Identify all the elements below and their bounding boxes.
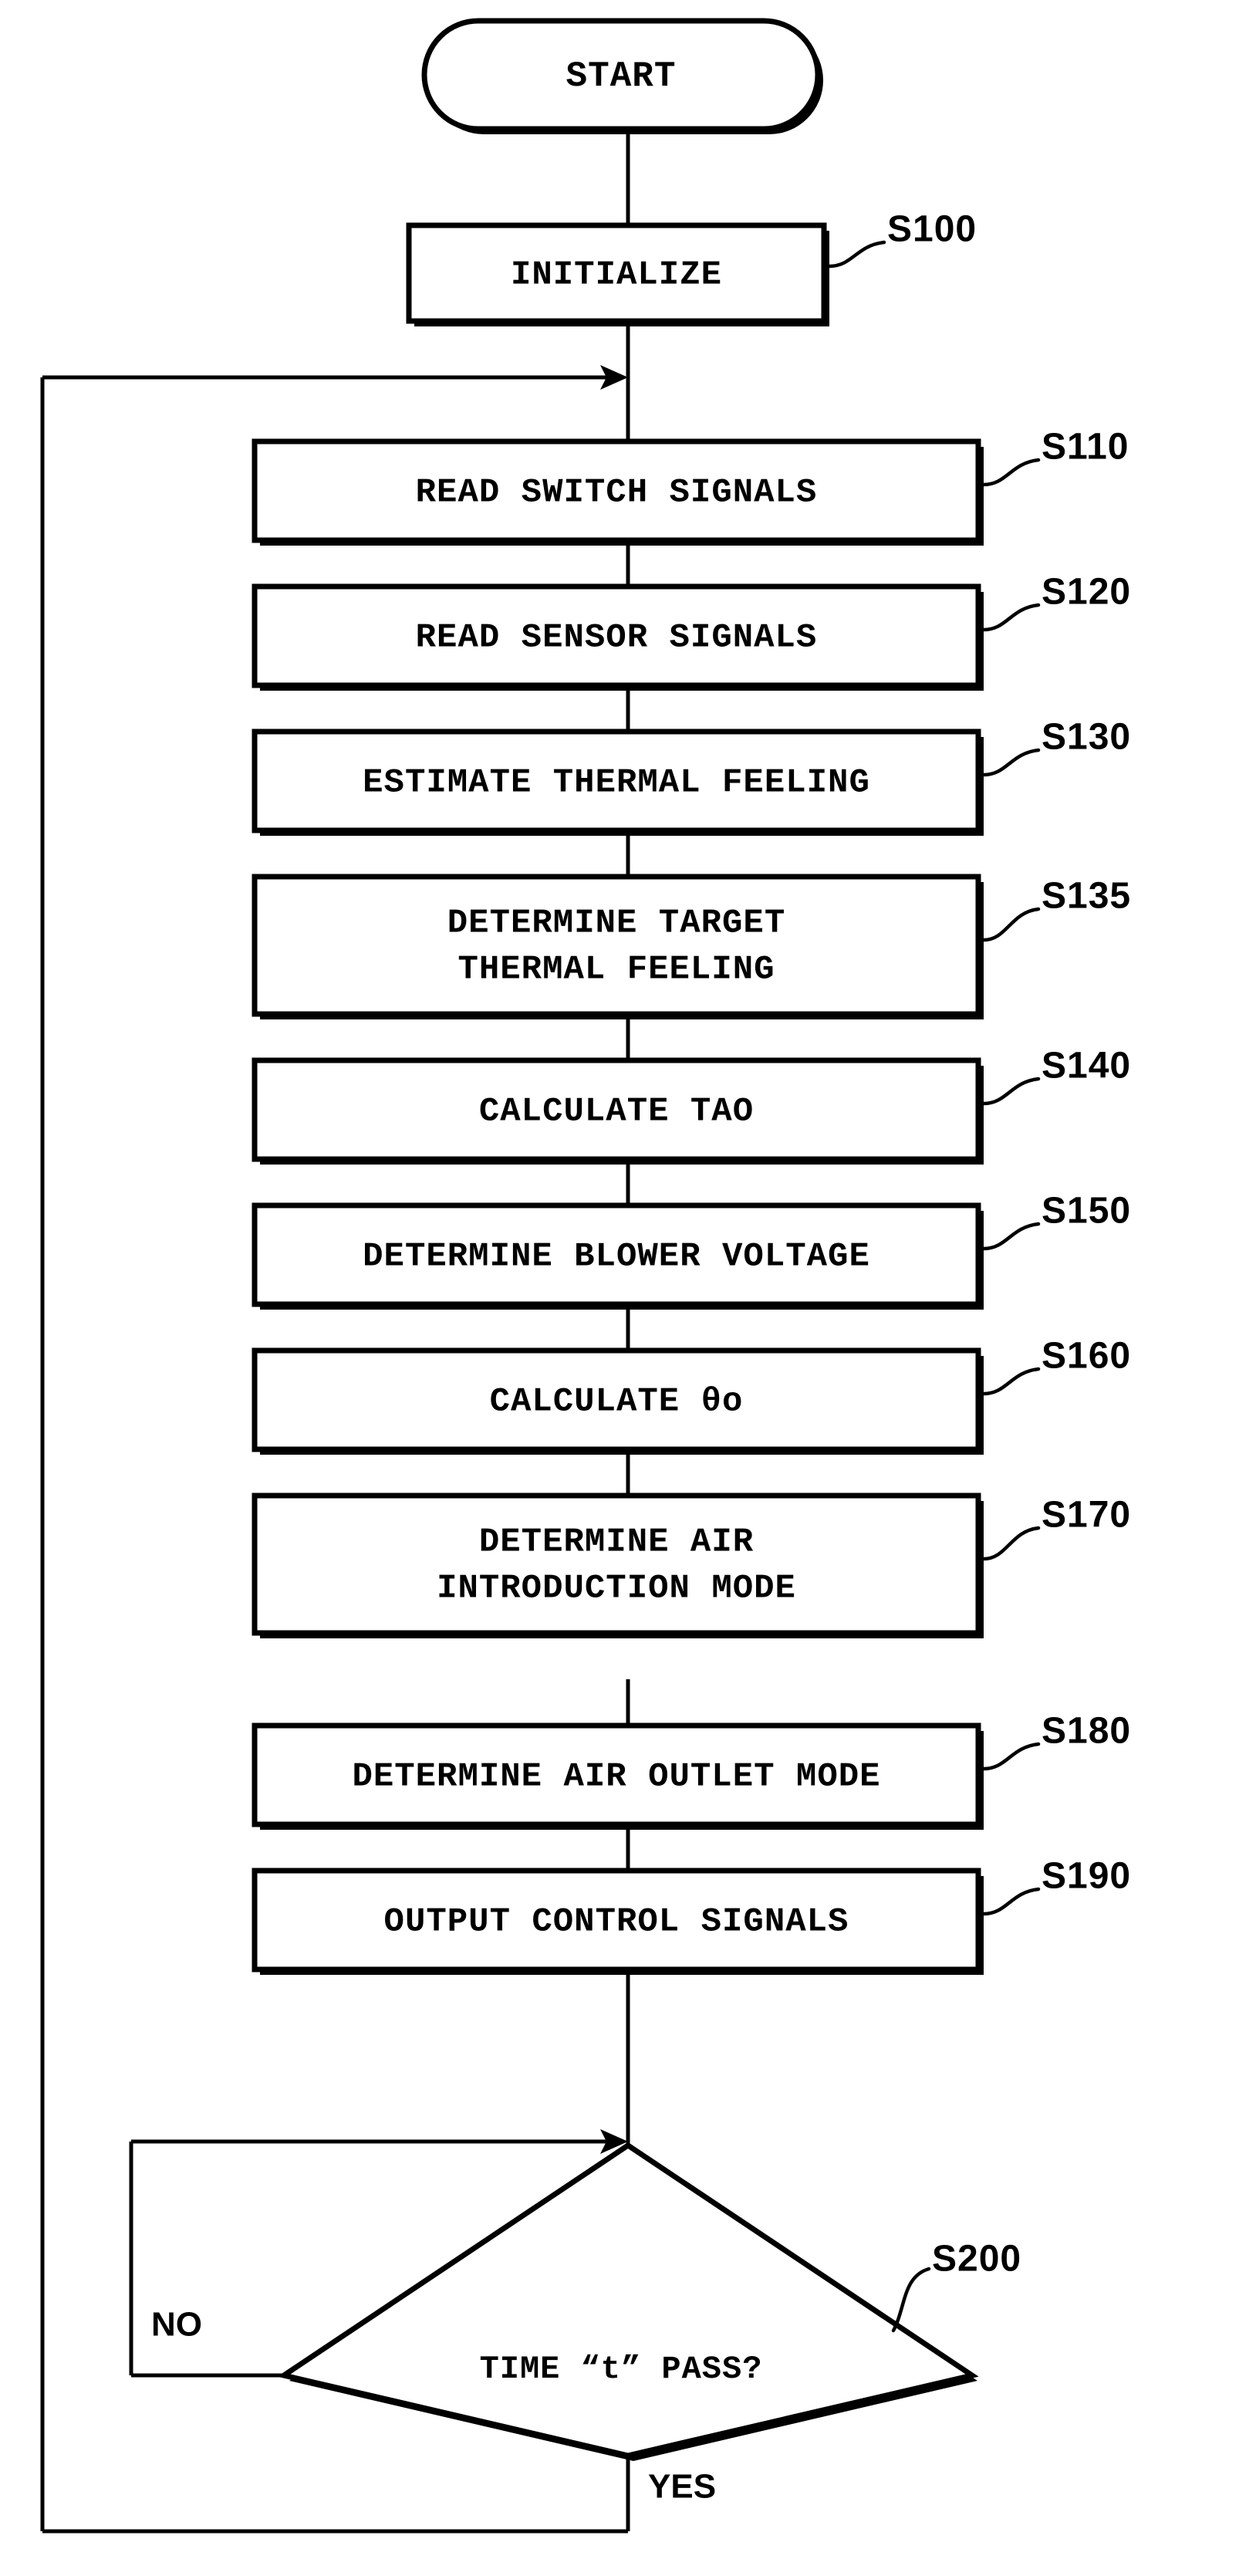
s150-leader-line bbox=[981, 1222, 1041, 1251]
s200-step-text: S200 bbox=[932, 2239, 1021, 2280]
step-ref-s160: S160 bbox=[981, 1336, 1131, 1396]
s130-label: ESTIMATE THERMAL FEELING bbox=[363, 764, 870, 803]
node-s140: CALCULATE TAO bbox=[252, 1057, 984, 1165]
step-ref-s200: S200 bbox=[891, 2239, 1021, 2333]
s190-leader-line bbox=[981, 1887, 1041, 1916]
s130-step-text: S130 bbox=[1042, 717, 1131, 758]
step-ref-s190: S190 bbox=[981, 1856, 1131, 1916]
s170-label-line1: DETERMINE AIR bbox=[479, 1523, 754, 1562]
node-s170: DETERMINE AIR INTRODUCTION MODE bbox=[252, 1493, 984, 1638]
step-ref-s100: S100 bbox=[827, 209, 977, 269]
node-s180: DETERMINE AIR OUTLET MODE bbox=[252, 1722, 984, 1830]
s170-leader-line bbox=[981, 1526, 1041, 1561]
s135-shape bbox=[252, 874, 981, 1017]
s130-leader-line bbox=[981, 748, 1041, 777]
s120-leader-line bbox=[981, 603, 1041, 632]
s190-label: OUTPUT CONTROL SIGNALS bbox=[384, 1903, 849, 1942]
s135-label-line1: DETERMINE TARGET bbox=[447, 904, 785, 943]
s200-leader-line bbox=[891, 2267, 931, 2333]
s180-label: DETERMINE AIR OUTLET MODE bbox=[352, 1758, 880, 1797]
node-s130: ESTIMATE THERMAL FEELING bbox=[252, 729, 984, 836]
s135-step-text: S135 bbox=[1042, 876, 1131, 917]
branch-label-no: NO bbox=[151, 2306, 202, 2344]
flowchart-page: START INITIALIZE S100 READ SWITCH SIGNAL… bbox=[0, 0, 1256, 2576]
s200-shape bbox=[277, 2142, 979, 2459]
step-ref-s140: S140 bbox=[981, 1046, 1131, 1106]
step-ref-s180: S180 bbox=[981, 1711, 1131, 1771]
s100-leader-line bbox=[827, 240, 886, 269]
node-s120: READ SENSOR SIGNALS bbox=[252, 583, 984, 691]
s160-label: CALCULATE θo bbox=[490, 1383, 744, 1422]
s120-step-text: S120 bbox=[1042, 572, 1131, 613]
s170-label-line2: INTRODUCTION MODE bbox=[437, 1570, 796, 1608]
s200-label: TIME “t” PASS? bbox=[480, 2351, 763, 2388]
s180-step-text: S180 bbox=[1042, 1711, 1131, 1752]
node-s160: CALCULATE θo bbox=[252, 1347, 984, 1455]
s140-label: CALCULATE TAO bbox=[479, 1093, 754, 1131]
s190-step-text: S190 bbox=[1042, 1856, 1131, 1897]
s100-step-text: S100 bbox=[887, 209, 977, 250]
s110-step-text: S110 bbox=[1042, 427, 1129, 468]
s120-label: READ SENSOR SIGNALS bbox=[416, 619, 818, 658]
node-s100: INITIALIZE bbox=[406, 222, 829, 326]
s160-leader-line bbox=[981, 1367, 1041, 1396]
node-start: START bbox=[421, 18, 823, 134]
s100-label: INITIALIZE bbox=[511, 256, 722, 295]
node-s135: DETERMINE TARGET THERMAL FEELING bbox=[252, 874, 984, 1019]
node-s190: OUTPUT CONTROL SIGNALS bbox=[252, 1868, 984, 1975]
step-ref-s150: S150 bbox=[981, 1191, 1131, 1251]
start-label: START bbox=[566, 56, 676, 96]
step-ref-s170: S170 bbox=[981, 1495, 1131, 1561]
s135-leader-line bbox=[981, 907, 1041, 942]
s180-leader-line bbox=[981, 1742, 1041, 1771]
s110-leader-line bbox=[981, 458, 1041, 487]
s135-label-line2: THERMAL FEELING bbox=[457, 951, 775, 989]
flowchart-canvas: START INITIALIZE S100 READ SWITCH SIGNAL… bbox=[40, 18, 1131, 2534]
s150-label: DETERMINE BLOWER VOLTAGE bbox=[363, 1238, 870, 1276]
branch-label-yes: YES bbox=[648, 2468, 716, 2506]
s140-step-text: S140 bbox=[1042, 1046, 1131, 1087]
s170-step-text: S170 bbox=[1042, 1495, 1131, 1536]
step-ref-s135: S135 bbox=[981, 876, 1131, 942]
s150-step-text: S150 bbox=[1042, 1191, 1131, 1232]
s110-label: READ SWITCH SIGNALS bbox=[416, 474, 818, 512]
step-ref-s130: S130 bbox=[981, 717, 1131, 777]
s170-shape bbox=[252, 1493, 981, 1636]
node-s110: READ SWITCH SIGNALS bbox=[252, 438, 984, 546]
s160-step-text: S160 bbox=[1042, 1336, 1131, 1377]
node-s200: TIME “t” PASS? bbox=[277, 2142, 979, 2461]
step-ref-s110: S110 bbox=[981, 427, 1129, 487]
s140-leader-line bbox=[981, 1077, 1041, 1106]
node-s150: DETERMINE BLOWER VOLTAGE bbox=[252, 1202, 984, 1310]
step-ref-s120: S120 bbox=[981, 572, 1131, 632]
